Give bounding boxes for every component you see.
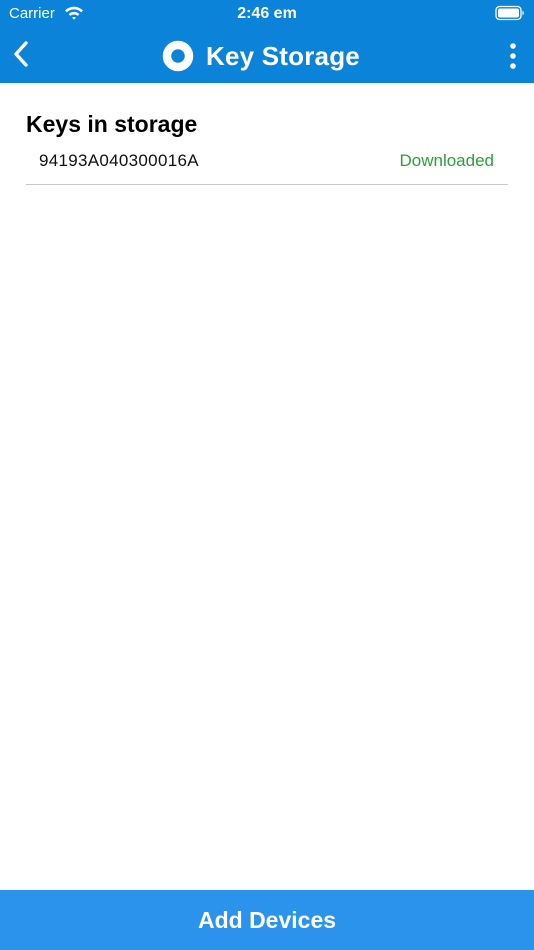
navigation-bar: Key Storage bbox=[0, 28, 534, 83]
back-button[interactable] bbox=[4, 36, 38, 72]
status-time: 2:46 em bbox=[237, 5, 297, 22]
ring-logo-icon bbox=[162, 40, 194, 71]
add-devices-button[interactable]: Add Devices bbox=[0, 890, 534, 950]
vertical-ellipsis-icon bbox=[510, 43, 516, 69]
chevron-left-icon bbox=[14, 41, 28, 67]
page-title: Key Storage bbox=[206, 40, 360, 71]
app-header: Carrier 2:46 em Key Storage bbox=[0, 0, 534, 83]
key-status: Downloaded bbox=[399, 151, 494, 170]
section-title: Keys in storage bbox=[26, 111, 198, 137]
battery-icon bbox=[495, 5, 524, 21]
key-list-item[interactable]: 94193A040300016A Downloaded bbox=[26, 143, 508, 185]
more-options-button[interactable] bbox=[506, 39, 520, 73]
key-id: 94193A040300016A bbox=[39, 151, 199, 170]
status-bar: Carrier 2:46 em bbox=[0, 0, 534, 28]
main-content: Keys in storage 94193A040300016A Downloa… bbox=[0, 83, 534, 890]
nav-title-group: Key Storage bbox=[0, 28, 534, 83]
